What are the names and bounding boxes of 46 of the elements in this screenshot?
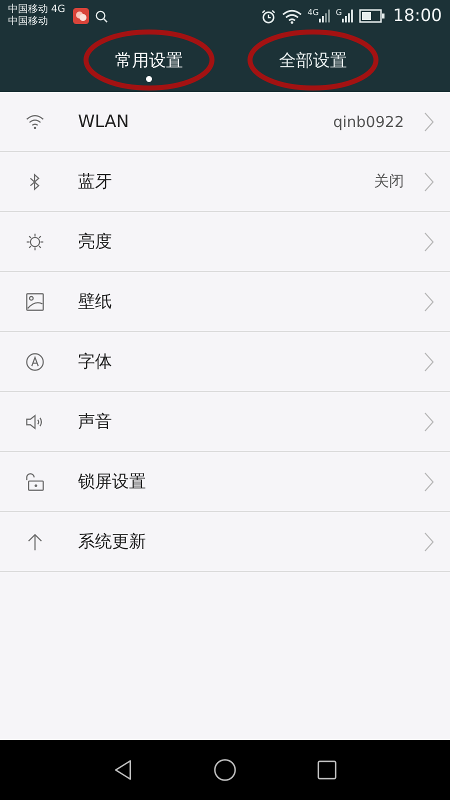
battery-icon (359, 9, 385, 23)
setting-label: 壁纸 (78, 291, 113, 313)
carrier-name: 中国移动 (8, 16, 49, 28)
setting-value: qinb0922 (333, 112, 404, 130)
tab[interactable]: 常用设置 (115, 48, 183, 72)
settings-row[interactable]: 锁屏设置 (0, 452, 450, 512)
chevron-icon (424, 412, 434, 432)
clock-time: 18:00 (393, 6, 442, 26)
setting-value: 关闭 (374, 172, 404, 191)
back-icon[interactable] (113, 759, 133, 781)
home-icon[interactable] (213, 758, 237, 782)
carrier-name: 中国移动 4G (8, 4, 66, 16)
tab[interactable]: 全部设置 (279, 48, 347, 72)
setting-label: WLAN (78, 112, 130, 132)
chevron-icon (424, 352, 434, 372)
setting-label: 声音 (78, 411, 113, 433)
setting-label: 蓝牙 (78, 171, 113, 193)
setting-label: 亮度 (78, 231, 113, 253)
network-type-label: 4G (308, 9, 319, 17)
settings-row[interactable]: 壁纸 (0, 272, 450, 332)
padlock-icon (24, 470, 46, 492)
alarm-clock-icon (260, 8, 276, 24)
chevron-icon (424, 172, 434, 192)
setting-label: 字体 (78, 351, 113, 373)
settings-row[interactable]: 系统更新 (0, 512, 450, 572)
chevron-icon (424, 472, 434, 492)
network-type-label: G (336, 9, 342, 17)
setting-label: 锁屏设置 (78, 471, 147, 493)
wifi-icon (282, 8, 302, 24)
settings-row[interactable]: 亮度 (0, 212, 450, 272)
recent-apps-icon[interactable] (317, 760, 337, 780)
image-icon (24, 290, 46, 312)
settings-row[interactable]: 字体 (0, 332, 450, 392)
chevron-icon (424, 532, 434, 552)
letter-circle-icon (24, 350, 46, 372)
search-icon (95, 10, 108, 22)
chevron-icon (424, 112, 434, 132)
signal-icon (318, 9, 330, 23)
chevron-icon (424, 292, 434, 312)
app-icon (73, 8, 90, 24)
signal-icon (342, 9, 353, 23)
settings-row[interactable]: 声音 (0, 392, 450, 452)
setting-label: 系统更新 (78, 531, 147, 553)
settings-row[interactable]: 蓝牙 关闭 (0, 152, 450, 212)
settings-row[interactable]: WLAN qinb0922 (0, 92, 450, 152)
chevron-icon (424, 232, 434, 252)
